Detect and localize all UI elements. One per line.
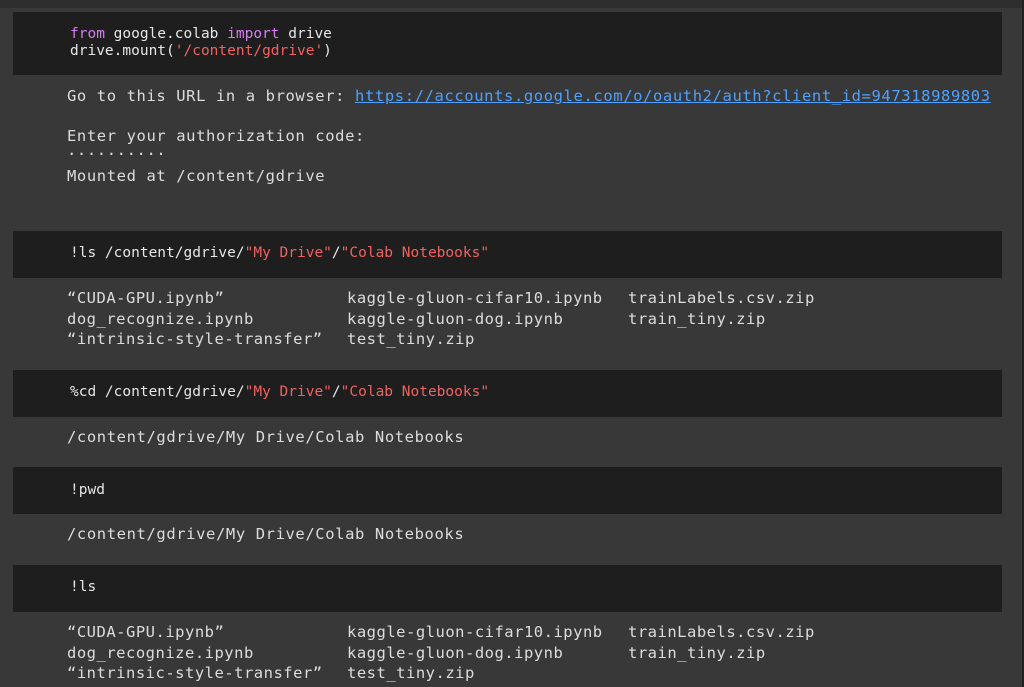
list-item: trainLabels.csv.zip xyxy=(628,289,815,307)
cd-output: /content/gdrive/My Drive/Colab Notebooks xyxy=(67,428,465,446)
list-item: test_tiny.zip xyxy=(347,330,475,348)
code-cell-ls2-input[interactable]: !ls xyxy=(13,565,1002,612)
list-item: kaggle-gluon-dog.ipynb xyxy=(347,309,564,328)
file-list-col-1: “CUDA-GPU.ipynb” dog_recognize.ipynb “intr… xyxy=(67,622,323,684)
auth-prompt: Enter your authorization code: xyxy=(67,127,365,145)
list-item: dog_recognize.ipynb xyxy=(67,643,254,662)
list-item: dog_recognize.ipynb xyxy=(67,309,254,328)
list-item: trainLabels.csv.zip xyxy=(628,623,815,641)
auth-code-masked: ·········· xyxy=(67,145,167,163)
string-literal: "Colab Notebooks" xyxy=(340,245,490,261)
file-list-col-2: kaggle-gluon-cifar10.ipynb kaggle-gluon-d… xyxy=(347,288,603,350)
code-text: / xyxy=(331,245,341,261)
string-literal: "Colab Notebooks" xyxy=(340,384,490,400)
code-line: !ls /content/gdrive/"My Drive"/"Colab No… xyxy=(70,245,489,262)
file-list-col-2: kaggle-gluon-cifar10.ipynb kaggle-gluon-d… xyxy=(347,622,603,684)
code-text: ) xyxy=(323,43,332,59)
list-item: “CUDA-GPU.ipynb” xyxy=(67,623,225,641)
code-line: drive.mount('/content/gdrive') xyxy=(70,43,332,60)
keyword: import xyxy=(227,26,280,42)
file-list-col-3: trainLabels.csv.zip train_tiny.zip xyxy=(628,288,815,329)
list-item: kaggle-gluon-dog.ipynb xyxy=(347,643,564,662)
string-literal: "My Drive" xyxy=(244,384,332,400)
code-line: !ls xyxy=(70,579,97,595)
string-literal: '/content/gdrive' xyxy=(174,43,324,59)
list-item: “intrinsic-style-transfer” xyxy=(67,330,323,348)
code-line: %cd /content/gdrive/"My Drive"/"Colab No… xyxy=(70,384,489,401)
list-item: test_tiny.zip xyxy=(347,664,475,682)
list-item: kaggle-gluon-cifar10.ipynb xyxy=(347,289,603,307)
code-text: / xyxy=(331,384,341,400)
code-cell-ls-input[interactable]: !ls /content/gdrive/"My Drive"/"Colab No… xyxy=(13,231,1002,278)
code-cell-cd-input[interactable]: %cd /content/gdrive/"My Drive"/"Colab No… xyxy=(13,370,1002,417)
code-text: google.colab xyxy=(104,26,228,42)
pwd-output: /content/gdrive/My Drive/Colab Notebooks xyxy=(67,525,465,543)
auth-url-link[interactable]: https://accounts.google.com/o/oauth2/aut… xyxy=(355,87,991,105)
code-line: !pwd xyxy=(70,482,105,498)
code-text: drive.mount( xyxy=(70,43,175,59)
top-divider xyxy=(0,0,1022,8)
keyword: from xyxy=(70,26,105,42)
list-item: kaggle-gluon-cifar10.ipynb xyxy=(347,623,603,641)
mounted-message: Mounted at /content/gdrive xyxy=(67,167,326,185)
code-cell-mount-input[interactable]: from google.colab import drive drive.mou… xyxy=(13,12,1002,75)
list-item: train_tiny.zip xyxy=(628,309,766,328)
notebook-page: from google.colab import drive drive.mou… xyxy=(0,0,1024,687)
file-list-col-1: “CUDA-GPU.ipynb” dog_recognize.ipynb “intr… xyxy=(67,288,323,350)
cell-output-url-line: Go to this URL in a browser: https://acc… xyxy=(67,86,991,106)
code-text: %cd /content/gdrive/ xyxy=(70,384,245,400)
code-line: from google.colab import drive xyxy=(70,26,332,43)
list-item: “intrinsic-style-transfer” xyxy=(67,664,323,682)
output-text: Go to this URL in a browser: xyxy=(67,87,356,105)
list-item: “CUDA-GPU.ipynb” xyxy=(67,289,225,307)
string-literal: "My Drive" xyxy=(244,245,332,261)
file-list-col-3: trainLabels.csv.zip train_tiny.zip xyxy=(628,622,815,663)
code-cell-pwd-input[interactable]: !pwd xyxy=(13,467,1002,514)
code-text: drive xyxy=(279,26,332,42)
code-text: !ls /content/gdrive/ xyxy=(70,245,245,261)
list-item: train_tiny.zip xyxy=(628,643,766,662)
